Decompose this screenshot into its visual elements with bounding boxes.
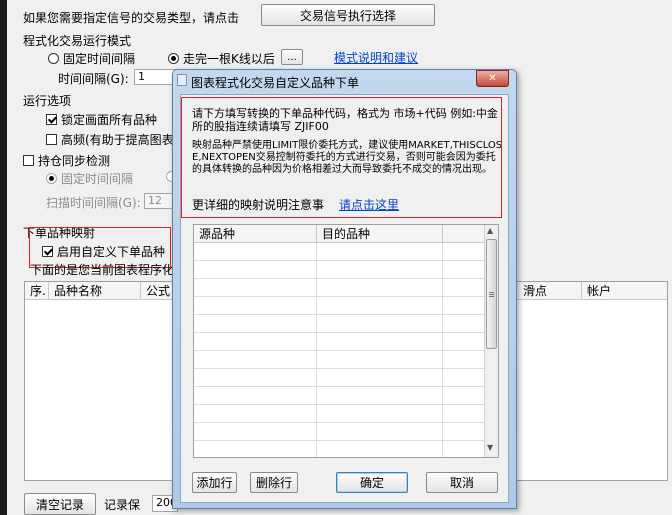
close-icon[interactable]: ✕ — [476, 70, 509, 87]
delete-row-button[interactable]: 删除行 — [250, 472, 298, 493]
grid-scrollbar[interactable]: ▲ ▼ — [484, 225, 498, 457]
radio-kline-label: 走完一根K线以后 — [183, 52, 275, 66]
cancel-button[interactable]: 取消 — [426, 472, 498, 493]
radio-fixed-indicator[interactable] — [48, 53, 59, 64]
table-row[interactable] — [194, 333, 484, 351]
table-row[interactable] — [194, 441, 484, 457]
add-row-button[interactable]: 添加行 — [192, 472, 237, 493]
instruction-text: 请下方填写转换的下单品种代码，格式为 市场+代码 例如:中金所的股指连续请填写 … — [192, 107, 498, 133]
mode-group-label: 程式化交易运行模式 — [23, 34, 132, 48]
table-row[interactable] — [194, 315, 484, 333]
table-row[interactable] — [194, 423, 484, 441]
table-row[interactable] — [194, 351, 484, 369]
more-info-label: 更详细的映射说明注意事 — [192, 198, 325, 212]
scroll-up-icon[interactable]: ▲ — [487, 226, 493, 235]
lock-screen-checkbox[interactable] — [46, 114, 57, 125]
mode-help-link[interactable]: 模式说明和建议 — [334, 49, 418, 66]
col-header-spare — [443, 225, 485, 243]
radio-kline-indicator[interactable] — [168, 53, 179, 64]
lock-screen-option[interactable]: 锁定画面所有品种 — [46, 111, 157, 128]
table-row[interactable] — [194, 243, 484, 261]
dialog-title: 图表程式化交易自定义品种下单 — [191, 76, 360, 90]
col-header-account[interactable]: 帐户 — [582, 282, 667, 300]
clear-records-button[interactable]: 清空记录 — [24, 493, 96, 515]
signal-prompt: 如果您需要指定信号的交易类型，请点击 — [23, 11, 240, 25]
high-freq-checkbox[interactable] — [46, 134, 57, 145]
table-row[interactable] — [194, 405, 484, 423]
window-icon — [177, 74, 187, 86]
custom-symbol-dialog[interactable]: 图表程式化交易自定义品种下单 ✕ 请下方填写转换的下单品种代码，格式为 市场+代… — [172, 69, 517, 509]
enable-custom-checkbox[interactable] — [42, 246, 53, 257]
options-group-label: 运行选项 — [23, 94, 72, 108]
signal-select-button[interactable]: 交易信号执行选择 — [261, 4, 435, 26]
scan-interval-input[interactable]: 12 — [144, 193, 174, 209]
mapping-group-label: 下单品种映射 — [23, 226, 96, 240]
radio-kline-complete[interactable]: 走完一根K线以后 — [168, 50, 275, 67]
col-header-source[interactable]: 源品种 — [194, 225, 317, 243]
table-row[interactable] — [194, 279, 484, 297]
dialog-titlebar[interactable]: 图表程式化交易自定义品种下单 ✕ — [173, 70, 516, 92]
scroll-down-icon[interactable]: ▼ — [487, 443, 493, 452]
record-keep-label: 记录保 — [104, 498, 141, 512]
sync-fixed-option[interactable]: 固定时间间隔 — [46, 170, 133, 187]
table-note: 下面的是您当前图表程序化 — [30, 263, 175, 277]
table-row[interactable] — [194, 297, 484, 315]
col-header-index[interactable]: 序. — [25, 282, 49, 300]
sync-fixed-indicator[interactable] — [46, 173, 57, 184]
enable-custom-option[interactable]: 启用自定义下单品种 — [42, 243, 165, 260]
table-row[interactable] — [194, 261, 484, 279]
scroll-thumb[interactable] — [486, 239, 497, 349]
radio-fixed-interval[interactable]: 固定时间间隔 — [48, 50, 135, 67]
more-info-link[interactable]: 请点击这里 — [339, 196, 399, 213]
ok-button[interactable]: 确定 — [336, 472, 408, 493]
table-row[interactable] — [194, 369, 484, 387]
lock-screen-label: 锁定画面所有品种 — [61, 113, 158, 127]
chart-edge — [0, 0, 7, 515]
warning-text: 映射品种严禁使用LIMIT限价委托方式，建议使用MARKET,THISCLOSE… — [192, 140, 503, 175]
radio-fixed-label: 固定时间间隔 — [63, 52, 136, 66]
dialog-body: 请下方填写转换的下单品种代码，格式为 市场+代码 例如:中金所的股指连续请填写 … — [180, 94, 509, 503]
col-header-name[interactable]: 品种名称 — [49, 282, 141, 300]
col-header-target[interactable]: 目的品种 — [317, 225, 443, 243]
mapping-grid[interactable]: 源品种 目的品种 ▲ ▼ — [193, 224, 499, 458]
enable-custom-label: 启用自定义下单品种 — [57, 245, 166, 259]
sync-fixed-label: 固定时间间隔 — [61, 172, 134, 186]
col-header-slippage[interactable]: 滑点 — [518, 282, 582, 300]
position-sync-option[interactable]: 持仓同步检测 — [23, 152, 110, 169]
table-row[interactable] — [194, 387, 484, 405]
high-freq-option[interactable]: 高频(有助于提高图表 — [46, 131, 174, 148]
grid-rows[interactable] — [194, 243, 484, 457]
scan-interval-label: 扫描时间间隔(G): — [46, 196, 141, 210]
kline-more-button[interactable]: ... — [281, 49, 303, 65]
position-sync-label: 持仓同步检测 — [38, 154, 111, 168]
high-freq-label: 高频(有助于提高图表 — [61, 133, 174, 147]
interval-label: 时间间隔(G): — [58, 72, 129, 86]
position-sync-checkbox[interactable] — [23, 155, 34, 166]
